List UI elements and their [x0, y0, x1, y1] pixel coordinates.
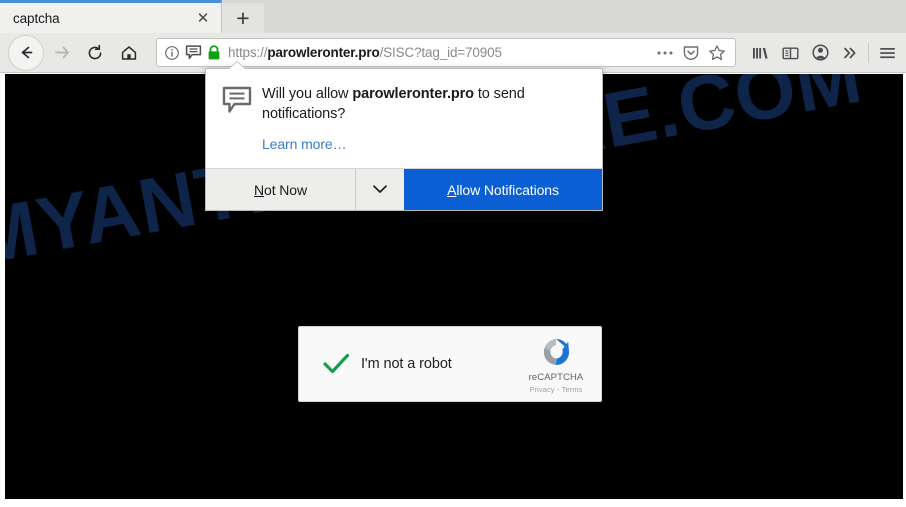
page-info-icon[interactable]	[164, 45, 180, 61]
recaptcha-widget[interactable]: I'm not a robot reCAPTCHA Privacy - Term…	[298, 326, 602, 402]
navigation-toolbar: https://parowleronter.pro/SISC?tag_id=70…	[0, 33, 906, 73]
learn-more-link[interactable]: Learn more…	[262, 136, 347, 152]
recaptcha-checkbox-area[interactable]: I'm not a robot	[299, 349, 517, 379]
url-path: /SISC?tag_id=70905	[379, 45, 502, 60]
library-icon[interactable]	[745, 36, 775, 70]
reload-icon	[86, 44, 104, 62]
url-text: https://parowleronter.pro/SISC?tag_id=70…	[228, 45, 653, 60]
forward-button[interactable]	[44, 36, 78, 70]
popup-dropdown-button[interactable]	[356, 169, 404, 210]
notification-permission-popup: Will you allow parowleronter.pro to send…	[205, 68, 603, 212]
page-actions-icon[interactable]	[653, 41, 677, 65]
tab-strip: captcha ✕ +	[0, 0, 906, 33]
chevron-down-icon	[372, 181, 388, 199]
close-icon[interactable]: ✕	[193, 8, 213, 28]
tab-captcha[interactable]: captcha ✕	[0, 0, 222, 33]
popup-arrow	[228, 62, 246, 70]
recaptcha-brand: reCAPTCHA Privacy - Terms	[517, 334, 601, 394]
new-tab-button[interactable]: +	[222, 3, 264, 33]
recaptcha-brand-label: reCAPTCHA	[528, 372, 584, 383]
save-to-pocket-icon[interactable]	[679, 41, 703, 65]
bookmark-star-icon[interactable]	[705, 41, 729, 65]
not-now-accel: N	[254, 181, 265, 198]
popup-text-column: Will you allow parowleronter.pro to send…	[256, 85, 586, 154]
allow-notifications-button[interactable]: Allow Notifications	[404, 169, 602, 211]
back-button[interactable]	[8, 34, 44, 71]
recaptcha-logo-icon	[538, 334, 574, 370]
popup-question-prefix: Will you allow	[262, 86, 353, 102]
notification-bubble-icon	[222, 85, 256, 154]
forward-arrow-icon	[53, 44, 70, 61]
sidebar-icon[interactable]	[775, 36, 805, 70]
chevron-double-right-icon[interactable]	[835, 36, 865, 70]
account-avatar-icon[interactable]	[805, 36, 835, 70]
allow-rest: llow Notifications	[456, 181, 559, 198]
tab-title: captcha	[13, 10, 60, 26]
popup-body: Will you allow parowleronter.pro to send…	[206, 69, 602, 169]
popup-question-text: Will you allow parowleronter.pro to send…	[262, 85, 586, 124]
allow-accel: A	[447, 181, 457, 198]
notification-bubble-icon[interactable]	[185, 44, 202, 61]
url-scheme: https://	[228, 45, 268, 60]
not-now-rest: ot Now	[264, 181, 307, 198]
popup-footer: Not Now Allow Notifications	[206, 168, 602, 211]
recaptcha-legal-links[interactable]: Privacy - Terms	[529, 385, 582, 394]
back-arrow-icon	[18, 44, 35, 61]
home-icon	[120, 44, 138, 62]
padlock-icon[interactable]	[207, 44, 221, 61]
url-host: parowleronter.pro	[267, 45, 380, 60]
reload-button[interactable]	[78, 36, 112, 70]
hamburger-menu-icon[interactable]	[872, 36, 902, 70]
url-bar-actions	[653, 41, 729, 65]
toolbar-right-group	[745, 36, 906, 70]
browser-window: captcha ✕ + https://parowleronter.pro/SI…	[0, 0, 906, 507]
recaptcha-checkbox-label: I'm not a robot	[361, 356, 452, 372]
toolbar-divider	[868, 42, 869, 63]
not-now-button[interactable]: Not Now	[206, 169, 356, 211]
home-button[interactable]	[112, 36, 146, 70]
green-checkmark-icon	[321, 349, 351, 379]
popup-question-host: parowleronter.pro	[352, 86, 474, 102]
